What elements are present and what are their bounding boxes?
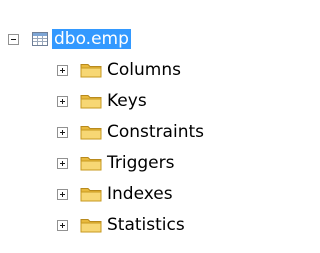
table-name-label[interactable]: dbo.emp [52, 29, 131, 49]
tree-node-label[interactable]: Indexes [107, 184, 173, 204]
tree-node-keys[interactable]: Keys [57, 90, 147, 112]
tree-node-label[interactable]: Triggers [107, 153, 175, 173]
object-explorer-tree: dbo.emp Columns Keys Constraints Trigger [0, 0, 243, 253]
tree-node-label[interactable]: Keys [107, 91, 147, 111]
expand-icon[interactable] [57, 188, 68, 200]
folder-icon [80, 188, 102, 202]
tree-node-label[interactable]: Constraints [107, 122, 204, 142]
tree-node-indexes[interactable]: Indexes [57, 183, 173, 205]
tree-node-label[interactable]: Statistics [107, 215, 185, 235]
tree-node-triggers[interactable]: Triggers [57, 152, 175, 174]
expand-icon[interactable] [57, 219, 68, 231]
tree-node-columns[interactable]: Columns [57, 59, 181, 81]
collapse-icon[interactable] [8, 33, 19, 45]
expand-icon[interactable] [57, 95, 68, 107]
folder-icon [80, 126, 102, 140]
expand-icon[interactable] [57, 126, 68, 138]
folder-icon [80, 157, 102, 171]
folder-icon [80, 95, 102, 109]
tree-node-label[interactable]: Columns [107, 60, 181, 80]
folder-icon [80, 219, 102, 233]
expand-icon[interactable] [57, 157, 68, 169]
tree-node-table[interactable]: dbo.emp [8, 28, 131, 50]
expand-icon[interactable] [57, 64, 68, 76]
tree-node-statistics[interactable]: Statistics [57, 214, 185, 236]
folder-icon [80, 64, 102, 78]
table-icon [32, 32, 48, 46]
tree-node-constraints[interactable]: Constraints [57, 121, 204, 143]
